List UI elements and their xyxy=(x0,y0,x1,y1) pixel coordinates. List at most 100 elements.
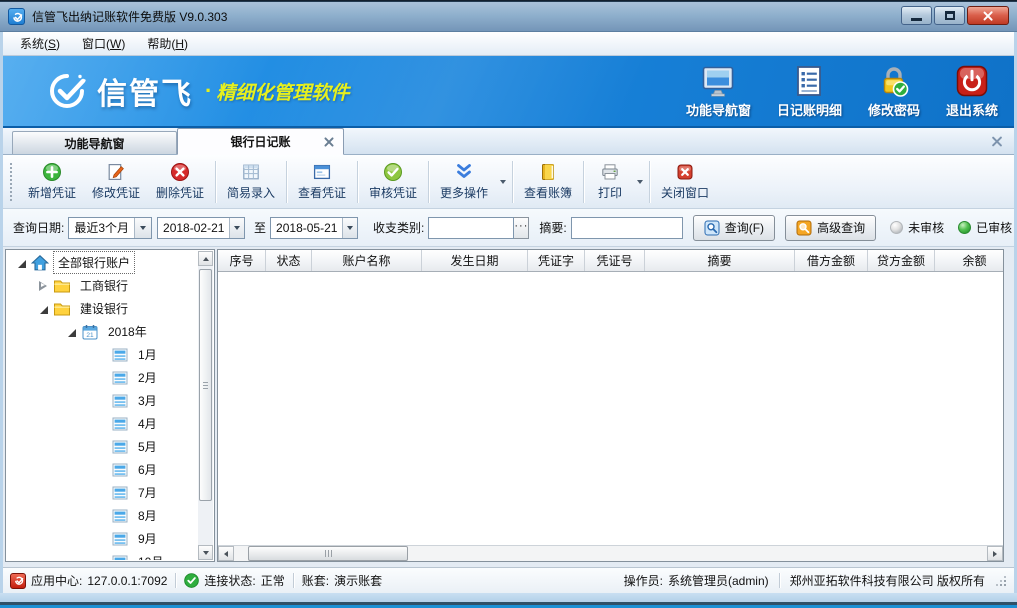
journal-table: 序号 状态 账户名称 发生日期 凭证字 凭证号 摘要 借方金额 贷方金额 余额 xyxy=(217,249,1004,562)
audit-voucher-button[interactable]: 审核凭证 xyxy=(361,158,425,206)
scroll-left-icon[interactable] xyxy=(218,546,234,561)
scroll-right-icon[interactable] xyxy=(987,546,1003,561)
date-to-select[interactable]: 2018-05-21 xyxy=(270,217,358,239)
column-header[interactable]: 状态 xyxy=(266,250,312,271)
column-header[interactable]: 贷方金额 xyxy=(868,250,935,271)
scrollbar-thumb[interactable] xyxy=(248,546,408,561)
column-header[interactable]: 序号 xyxy=(218,250,266,271)
expand-toggle-icon[interactable] xyxy=(65,326,77,338)
column-header[interactable]: 借方金额 xyxy=(795,250,868,271)
tree-item-ccb-bank[interactable]: 建设银行 xyxy=(7,297,198,320)
resize-grip[interactable] xyxy=(995,575,1007,587)
column-header[interactable]: 凭证号 xyxy=(585,250,645,271)
tree-item-all-bank-accounts[interactable]: 全部银行账户 xyxy=(7,251,198,274)
tree-item-icbc-bank[interactable]: 工商银行 xyxy=(7,274,198,297)
tree-item-month[interactable]: 3月 xyxy=(7,389,198,412)
menu-system[interactable]: 系统(S) xyxy=(9,32,71,55)
category-lookup-button[interactable]: ··· xyxy=(514,217,529,239)
category-input[interactable] xyxy=(428,217,514,239)
banner-action-exit-system[interactable]: 退出系统 xyxy=(946,64,998,119)
easy-entry-button[interactable]: 简易录入 xyxy=(219,158,283,206)
tree-item-month[interactable]: 5月 xyxy=(7,435,198,458)
month-journal-icon xyxy=(111,369,129,387)
toolbar-separator xyxy=(357,161,358,203)
tree-item-year-2018[interactable]: 21 2018年 xyxy=(7,320,198,343)
expand-toggle-icon[interactable] xyxy=(15,257,27,269)
maximize-button[interactable] xyxy=(934,6,965,25)
view-ledger-button[interactable]: 查看账簿 xyxy=(516,158,580,206)
advanced-query-button[interactable]: 高级查询 xyxy=(785,215,876,241)
brand-banner: 信管飞 · 精细化管理软件 功能导航窗 xyxy=(3,56,1014,128)
scroll-up-icon[interactable] xyxy=(198,251,213,266)
tree-item-month[interactable]: 6月 xyxy=(7,458,198,481)
query-button[interactable]: 查询(F) xyxy=(693,215,775,241)
tree-item-month[interactable]: 4月 xyxy=(7,412,198,435)
column-header[interactable]: 发生日期 xyxy=(422,250,528,271)
tree-item-month[interactable]: 9月 xyxy=(7,527,198,550)
minimize-button[interactable] xyxy=(901,6,932,25)
month-journal-icon xyxy=(111,530,129,548)
toolbar-grip-handle[interactable] xyxy=(10,163,15,201)
banner-action-change-password[interactable]: 修改密码 xyxy=(868,64,920,119)
tab-close-icon[interactable] xyxy=(324,137,334,147)
delete-voucher-button[interactable]: 删除凭证 xyxy=(148,158,212,206)
tree-item-month[interactable]: 2月 xyxy=(7,366,198,389)
column-header[interactable]: 账户名称 xyxy=(312,250,422,271)
tree-item-month[interactable]: 1月 xyxy=(7,343,198,366)
more-actions-dropdown-icon[interactable] xyxy=(496,158,509,206)
power-icon xyxy=(955,64,989,98)
month-journal-icon xyxy=(111,346,129,364)
expand-toggle-icon[interactable] xyxy=(37,303,49,315)
status-app-center: 应用中心: 127.0.0.1:7092 xyxy=(10,572,167,589)
date-from-select[interactable]: 2018-02-21 xyxy=(157,217,245,239)
add-icon xyxy=(42,162,62,182)
tab-bank-journal[interactable]: 银行日记账 xyxy=(177,128,344,155)
lock-check-icon xyxy=(877,64,911,98)
tabbar-close-icon[interactable] xyxy=(991,136,1002,147)
tree-item-month[interactable]: 10月 xyxy=(7,550,198,560)
print-button[interactable]: 打印 xyxy=(587,158,633,206)
house-icon xyxy=(31,254,49,272)
menu-help[interactable]: 帮助(H) xyxy=(136,32,199,55)
tab-nav-window[interactable]: 功能导航窗 xyxy=(12,131,177,154)
audited-status-icon xyxy=(958,221,971,234)
chevron-down-icon[interactable] xyxy=(342,218,357,238)
expand-toggle-icon[interactable] xyxy=(37,280,49,292)
menu-window[interactable]: 窗口(W) xyxy=(71,32,136,55)
close-window-button[interactable]: 关闭窗口 xyxy=(653,158,717,206)
edit-voucher-button[interactable]: 修改凭证 xyxy=(84,158,148,206)
date-preset-select[interactable]: 最近3个月 xyxy=(68,217,152,239)
tree-item-month[interactable]: 7月 xyxy=(7,481,198,504)
add-voucher-button[interactable]: 新增凭证 xyxy=(20,158,84,206)
summary-input[interactable] xyxy=(571,217,683,239)
banner-action-nav-window[interactable]: 功能导航窗 xyxy=(686,64,751,119)
window-bottom-edge xyxy=(0,593,1017,608)
tree-item-month[interactable]: 8月 xyxy=(7,504,198,527)
column-header[interactable]: 摘要 xyxy=(645,250,795,271)
close-button[interactable] xyxy=(967,6,1009,25)
banner-action-journal-detail[interactable]: 日记账明细 xyxy=(777,64,842,119)
scroll-down-icon[interactable] xyxy=(198,545,213,560)
close-window-icon xyxy=(675,162,695,182)
titlebar[interactable]: 信管飞出纳记账软件免费版 V9.0.303 xyxy=(0,2,1017,32)
table-horizontal-scrollbar[interactable] xyxy=(218,545,1003,561)
grid-icon xyxy=(241,162,261,182)
calendar-icon: 21 xyxy=(81,323,99,341)
print-dropdown-icon[interactable] xyxy=(633,158,646,206)
more-actions-button[interactable]: 更多操作 xyxy=(432,158,496,206)
column-header[interactable]: 凭证字 xyxy=(528,250,585,271)
view-voucher-button[interactable]: 查看凭证 xyxy=(290,158,354,206)
monitor-icon xyxy=(701,64,735,98)
month-journal-icon xyxy=(111,392,129,410)
tree-item-label: 建设银行 xyxy=(76,298,132,319)
folder-icon xyxy=(53,300,71,318)
chevron-down-icon[interactable] xyxy=(229,218,244,238)
toolbar-separator xyxy=(215,161,216,203)
tree-vertical-scrollbar[interactable] xyxy=(198,251,213,560)
chevron-down-icon[interactable] xyxy=(134,218,151,238)
month-journal-icon xyxy=(111,507,129,525)
main-area: 全部银行账户 工商银行 建设银行 21 2018年 xyxy=(3,247,1014,567)
scrollbar-thumb[interactable] xyxy=(199,269,212,501)
column-header[interactable]: 余额 xyxy=(935,250,1003,271)
month-journal-icon xyxy=(111,415,129,433)
